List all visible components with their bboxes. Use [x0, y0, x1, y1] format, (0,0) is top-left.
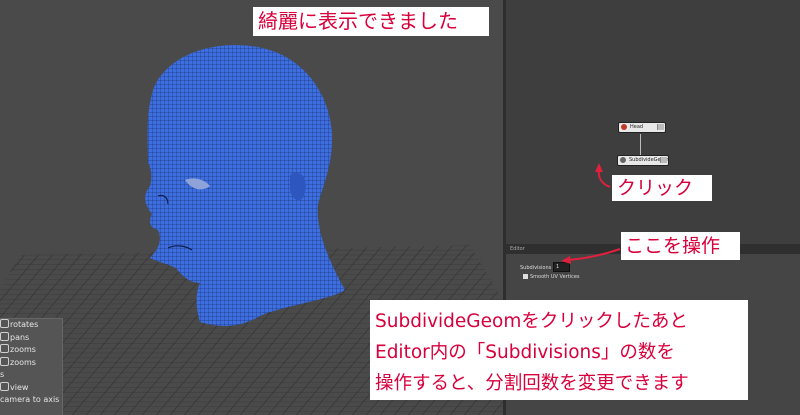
description-line: 操作すると、分割回数を変更できます — [375, 373, 689, 394]
description-line: SubdivideGeomをクリックしたあと — [375, 311, 688, 332]
annotation-title: 綺麗に表示できました — [253, 7, 489, 36]
annotation-description: SubdivideGeomをクリックしたあと Editor内の「Subdivis… — [370, 300, 748, 400]
description-line: Editor内の「Subdivisions」の数を — [375, 342, 675, 363]
annotation-operate: ここを操作 — [621, 232, 740, 260]
annotation-click: クリック — [612, 175, 712, 201]
